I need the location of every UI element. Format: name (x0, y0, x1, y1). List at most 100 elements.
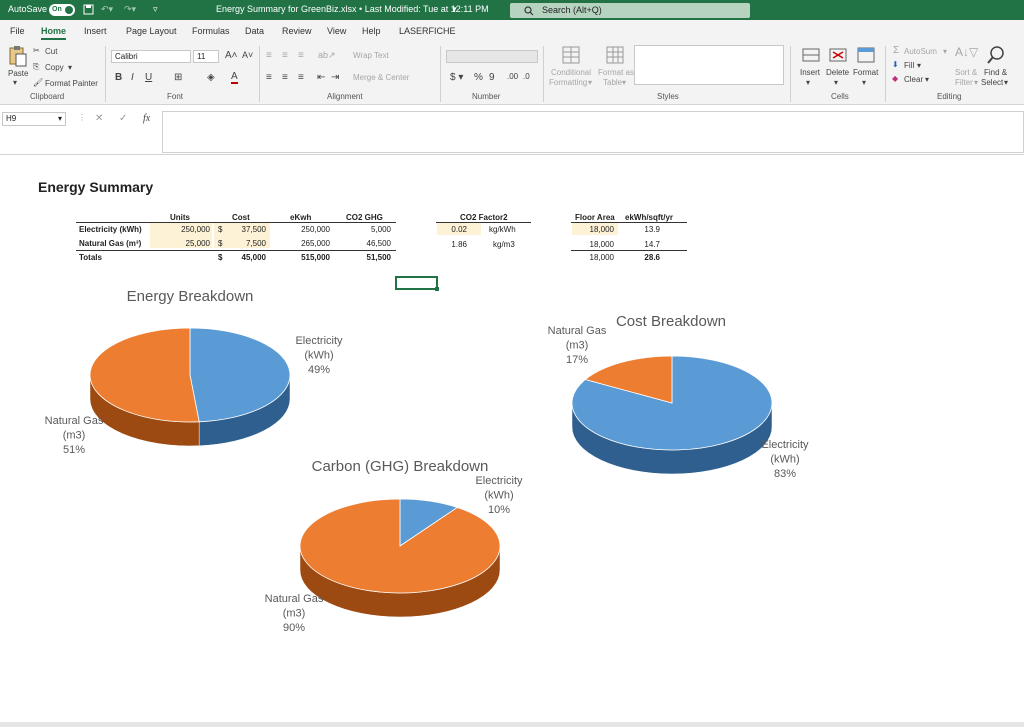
copy-dropdown-icon[interactable]: ▾ (68, 63, 72, 72)
format-painter-button[interactable]: Format Painter (45, 79, 98, 88)
insert-function-icon[interactable]: fx (143, 113, 150, 124)
tab-laserfiche[interactable]: LASERFICHE (399, 26, 456, 36)
italic-icon[interactable]: I (131, 72, 134, 83)
tab-help[interactable]: Help (362, 26, 381, 36)
sort-filter-icon: A↓▽ (955, 45, 979, 59)
tab-file[interactable]: File (10, 26, 25, 36)
number-format-select[interactable] (446, 50, 538, 63)
chart-title-cost-breakdown: Cost Breakdown (616, 313, 726, 330)
sort-filter-button[interactable]: Sort & (955, 68, 977, 77)
merge-center-button[interactable]: Merge & Center (353, 73, 409, 82)
data-label-text: (m3) (566, 340, 589, 352)
divider (885, 46, 886, 102)
format-dropdown-icon[interactable]: ▾ (862, 78, 866, 87)
align-right-icon[interactable]: ≡ (298, 72, 304, 83)
format-as-table-dropdown-icon[interactable]: ▾ (622, 78, 626, 87)
wrap-text-button[interactable]: Wrap Text (353, 51, 389, 60)
pie-slice-natural-gas-m3 (299, 498, 501, 594)
align-left-icon[interactable]: ≡ (266, 72, 272, 83)
sort-filter-dropdown-icon[interactable]: ▾ (974, 78, 978, 87)
cut-button[interactable]: Cut (45, 47, 57, 56)
pie-chart-energy-breakdown[interactable]: Energy Breakdown Electricity (kWh) 49% Natur… (45, 288, 343, 456)
redo-icon[interactable]: ↷▾ (124, 4, 136, 15)
autosum-dropdown-icon[interactable]: ▾ (943, 47, 947, 56)
tab-home[interactable]: Home (41, 26, 67, 40)
increase-decimal-icon[interactable]: .00 (507, 72, 518, 81)
tab-page-layout[interactable]: Page Layout (126, 26, 177, 36)
format-as-table-button[interactable]: Format as (598, 68, 634, 77)
delete-cells-button[interactable]: Delete (826, 68, 849, 77)
insert-dropdown-icon[interactable]: ▾ (806, 78, 810, 87)
formula-bar: H9 ▾ ⋮ ✕ ✓ fx (0, 105, 1024, 155)
tab-view[interactable]: View (327, 26, 346, 36)
formula-bar-options-icon[interactable]: ⋮ (78, 113, 86, 122)
find-select-dropdown-icon[interactable]: ▾ (1004, 78, 1008, 87)
undo-icon[interactable]: ↶▾ (101, 4, 113, 15)
formula-input[interactable] (162, 111, 1024, 153)
font-size-select[interactable]: 11 (193, 50, 219, 63)
autosum-icon: Σ (893, 45, 900, 56)
fill-dropdown-icon[interactable]: ▾ (917, 61, 921, 70)
increase-indent-icon[interactable]: ⇥ (331, 72, 339, 83)
worksheet[interactable]: Energy Summary Units Cost eKwh CO2 GHG E… (0, 155, 1024, 727)
name-box-dropdown-icon[interactable]: ▾ (58, 113, 62, 125)
divider (105, 46, 106, 102)
search-box[interactable]: Search (Alt+Q) (510, 3, 750, 18)
bold-icon[interactable]: B (115, 72, 122, 83)
autosum-button[interactable]: AutoSum (904, 47, 937, 56)
pie-chart-cost-breakdown[interactable]: Cost Breakdown Electricity (kWh) 83% Natural… (548, 313, 809, 480)
autosave-toggle[interactable]: On (49, 4, 75, 16)
decrease-decimal-icon[interactable]: .0 (523, 72, 530, 81)
delete-dropdown-icon[interactable]: ▾ (834, 78, 838, 87)
find-select-button[interactable]: Find & (984, 68, 1007, 77)
decrease-indent-icon[interactable]: ⇤ (317, 72, 325, 83)
decrease-font-icon[interactable]: A˅ (242, 50, 253, 60)
font-color-icon[interactable]: A (231, 71, 238, 84)
customize-toolbar-icon[interactable]: ▿ (153, 4, 158, 15)
data-label-electricity-kwh: Electricity (kWh) 10% (475, 475, 523, 516)
tab-insert[interactable]: Insert (84, 26, 107, 36)
tab-formulas[interactable]: Formulas (192, 26, 230, 36)
font-name-select[interactable]: Calibri (111, 50, 191, 63)
name-box[interactable]: H9 ▾ (2, 112, 66, 126)
chart-title-carbon-ghg-breakdown: Carbon (GHG) Breakdown (312, 458, 489, 475)
conditional-formatting-dropdown-icon[interactable]: ▾ (588, 78, 592, 87)
fill-color-icon[interactable]: ◈ (207, 72, 215, 83)
clear-dropdown-icon[interactable]: ▾ (925, 75, 929, 84)
bottom-align-icon[interactable]: ≡ (298, 50, 304, 61)
font-name-value: Calibri (115, 52, 138, 61)
paste-icon[interactable] (8, 45, 28, 67)
data-label-natural-gas-m3: Natural Gas (m3) 17% (548, 325, 607, 366)
comma-icon[interactable]: 9 (489, 72, 495, 83)
borders-icon[interactable]: ⊞ (174, 72, 182, 83)
tab-review[interactable]: Review (282, 26, 312, 36)
cancel-icon[interactable]: ✕ (95, 113, 103, 124)
conditional-formatting-button[interactable]: Conditional (551, 68, 591, 77)
fill-button[interactable]: Fill (904, 61, 914, 70)
paste-dropdown-icon[interactable]: ▾ (13, 78, 17, 87)
ribbon: Paste ▾ ✂ Cut ⎘ Copy ▾ 🖌 Format Painter … (0, 42, 1024, 105)
currency-icon[interactable]: $ ▾ (450, 72, 463, 83)
middle-align-icon[interactable]: ≡ (282, 50, 288, 61)
cell-styles-gallery[interactable] (634, 45, 784, 85)
save-icon[interactable] (83, 4, 94, 15)
top-align-icon[interactable]: ≡ (266, 50, 272, 61)
enter-icon[interactable]: ✓ (119, 113, 127, 124)
data-label-electricity-kwh: Electricity (kWh) 83% (761, 439, 809, 480)
percent-icon[interactable]: % (474, 72, 483, 83)
insert-cells-button[interactable]: Insert (800, 68, 820, 77)
format-cells-icon (857, 47, 875, 63)
increase-font-icon[interactable]: A˄ (225, 50, 238, 61)
document-title[interactable]: Energy Summary for GreenBiz.xlsx • Last … (216, 4, 489, 14)
tab-data[interactable]: Data (245, 26, 264, 36)
clear-button[interactable]: Clear (904, 75, 923, 84)
underline-icon[interactable]: U (145, 72, 152, 83)
copy-button[interactable]: Copy (45, 63, 64, 72)
title-dropdown-icon[interactable]: ▾ (452, 4, 457, 15)
paste-button[interactable]: Paste (8, 69, 28, 78)
format-cells-button[interactable]: Format (853, 68, 878, 77)
pie-chart-carbon-ghg-breakdown[interactable]: Carbon (GHG) BreakdownElectricity (kWh) 10… (265, 458, 523, 634)
align-center-icon[interactable]: ≡ (282, 72, 288, 83)
divider (259, 46, 260, 102)
orientation-icon[interactable]: ab↗ (318, 50, 336, 61)
